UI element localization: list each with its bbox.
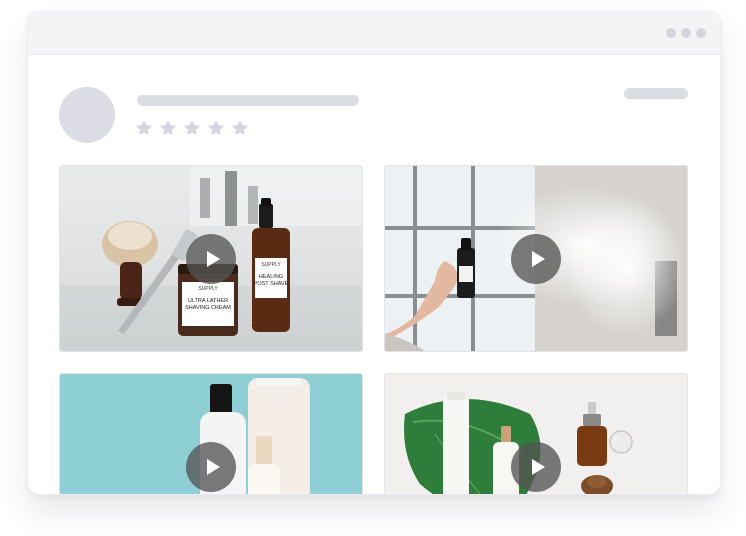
window-dot-icon[interactable] [681,28,691,38]
star-icon [184,120,200,136]
review-card: SUPPLY ULTRA LATHER SHAVING CREAM SUPPLY… [28,55,720,494]
bottle-product-line2: POST SHAVE [254,281,289,287]
window-dot-icon[interactable] [666,28,676,38]
date-placeholder [624,88,688,99]
play-button-icon[interactable] [511,234,561,284]
video-thumbnail-lotion[interactable] [59,373,363,494]
video-thumbnail-spray[interactable] [384,165,688,352]
star-icon [160,120,176,136]
video-thumbnail-shaving[interactable]: SUPPLY ULTRA LATHER SHAVING CREAM SUPPLY… [59,165,363,352]
reviewer-name-placeholder [137,95,359,106]
play-button-icon[interactable] [186,234,236,284]
bottle-brand-label: SUPPLY [261,262,281,268]
window-titlebar [28,12,720,55]
jar-brand-label: SUPPLY [198,286,218,292]
window-dot-icon[interactable] [696,28,706,38]
play-button-icon[interactable] [511,442,561,492]
jar-product-line2: SHAVING CREAM [185,305,231,311]
bottle-product-line1: HEALING [259,274,283,280]
stage: SUPPLY ULTRA LATHER SHAVING CREAM SUPPLY… [0,0,746,536]
jar-product-line1: ULTRA LATHER [188,298,228,304]
star-icon [136,120,152,136]
play-button-icon[interactable] [186,442,236,492]
video-thumbnail-flatlay[interactable] [384,373,688,494]
avatar-placeholder [59,87,115,143]
star-icon [208,120,224,136]
star-rating [134,118,250,138]
window-controls [666,28,706,38]
browser-window: SUPPLY ULTRA LATHER SHAVING CREAM SUPPLY… [27,11,721,495]
star-icon [232,120,248,136]
